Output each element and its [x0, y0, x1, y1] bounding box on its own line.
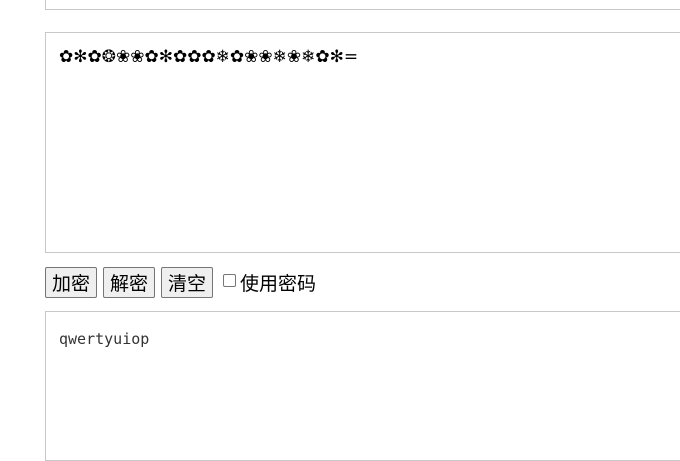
plain-text: qwertyuiop — [59, 330, 150, 348]
cipher-textarea[interactable]: ✿✻✿❂❀❀✿✻✿✿✿❄✿❀❀❄❀❄✿✻= — [45, 32, 680, 253]
previous-textarea[interactable] — [45, 0, 680, 10]
encrypt-button[interactable]: 加密 — [45, 266, 98, 298]
clear-button[interactable]: 清空 — [161, 266, 214, 298]
cipher-text: ✿✻✿❂❀❀✿✻✿✿✿❄✿❀❀❄❀❄✿✻= — [59, 47, 359, 67]
plain-textarea[interactable]: qwertyuiop — [45, 311, 680, 461]
use-password-checkbox[interactable] — [223, 273, 237, 287]
use-password-label: 使用密码 — [240, 272, 317, 295]
use-password-option[interactable]: 使用密码 — [223, 269, 316, 296]
decrypt-button[interactable]: 解密 — [103, 266, 156, 298]
controls-bar: 加密 解密 清空 使用密码 — [45, 266, 316, 298]
